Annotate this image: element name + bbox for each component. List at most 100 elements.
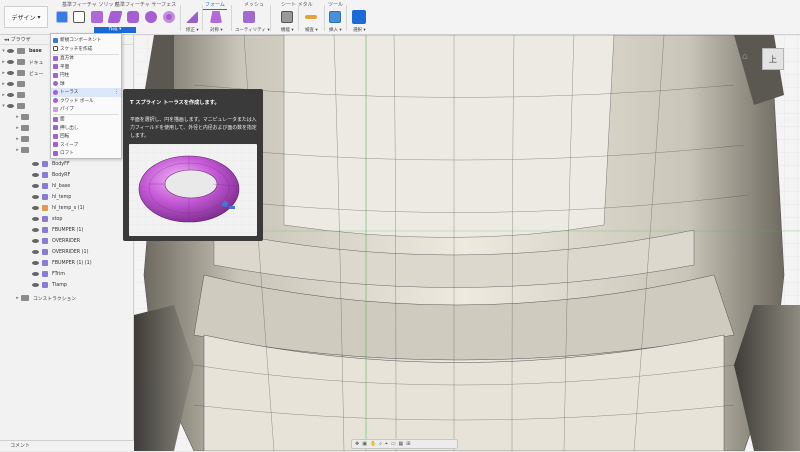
comments-panel[interactable]: コメント (0, 440, 134, 451)
tab-sheetmetal[interactable]: シート メタル (281, 1, 313, 8)
browser-row[interactable]: hl_base (0, 181, 134, 191)
zoom-icon[interactable]: ⌕ (379, 441, 382, 447)
eye-icon[interactable] (32, 217, 39, 221)
browser-row[interactable]: FBUMPER (1) (1) (0, 258, 134, 268)
browser-row[interactable]: FBUMPER (1) (0, 225, 134, 235)
more-options-icon[interactable]: ⋮ (114, 89, 119, 95)
loft-icon (53, 150, 58, 156)
eye-icon[interactable] (32, 283, 39, 287)
browser-row[interactable]: hl_temp_s (1) (0, 203, 134, 213)
folder-icon (17, 70, 25, 76)
body-icon (42, 260, 48, 266)
browser-row[interactable]: hl_temp (0, 192, 134, 202)
eye-icon[interactable] (32, 250, 39, 254)
box-icon[interactable] (91, 11, 103, 23)
box-icon (53, 55, 58, 61)
menu-item-create-sketch[interactable]: スケッチを作成 (51, 45, 121, 54)
tab-surface[interactable]: 基準フィーチャ サーフェス (115, 1, 176, 8)
eye-icon[interactable] (32, 239, 39, 243)
menu-item-face[interactable]: 面 (51, 115, 121, 124)
body-icon (42, 227, 48, 233)
fit-icon[interactable]: ⌖ (385, 441, 388, 447)
utility-icon[interactable] (243, 11, 255, 23)
new-component-icon[interactable] (56, 11, 68, 23)
grid-settings-icon[interactable]: ▦ (399, 441, 404, 447)
body-icon (42, 205, 48, 211)
tab-form[interactable]: フォーム (203, 1, 227, 10)
menu-item-quadball[interactable]: クワッド ボール (51, 97, 121, 106)
eye-icon[interactable] (32, 195, 39, 199)
tooltip-body: 平面を選択し、円を描画します。マニピュレータまたは入力フィールドを使用して、外径… (130, 117, 257, 139)
create-sketch-icon[interactable] (73, 11, 85, 23)
eye-icon[interactable] (7, 60, 14, 64)
orbit-icon[interactable]: ✥ (355, 441, 359, 447)
tab-tools[interactable]: ツール (328, 1, 343, 8)
eye-icon[interactable] (32, 261, 39, 265)
measure-icon[interactable] (305, 15, 317, 19)
insert-image-icon[interactable] (329, 11, 341, 23)
menu-item-revolve[interactable]: 回転 (51, 132, 121, 141)
folder-icon (21, 114, 29, 120)
menu-item-pipe[interactable]: パイプ (51, 105, 121, 114)
look-at-icon[interactable]: ▣ (362, 441, 367, 447)
tab-solid[interactable]: 基準フィーチャ ソリッド (62, 1, 118, 8)
workspace-switcher[interactable]: デザイン ▾ (4, 6, 48, 28)
eye-icon[interactable] (7, 49, 14, 53)
browser-row[interactable]: Tlamp (0, 280, 134, 290)
tooltip-title: T スプライン トーラスを作成します。 (130, 100, 220, 106)
assemble-icon[interactable] (281, 11, 293, 23)
eye-icon[interactable] (7, 71, 14, 75)
eye-icon[interactable] (32, 162, 39, 166)
menu-item-torus[interactable]: トーラス ⋮ (51, 88, 121, 97)
eye-icon[interactable] (32, 272, 39, 276)
inspect-menu-button[interactable]: 検査 ▾ (305, 27, 318, 33)
sphere-icon[interactable] (145, 11, 157, 23)
viewcube[interactable]: 上 (762, 48, 784, 70)
menu-item-sweep[interactable]: スイープ (51, 141, 121, 150)
eye-icon[interactable] (7, 93, 14, 97)
pan-icon[interactable]: ✋ (370, 441, 376, 447)
eye-icon[interactable] (7, 82, 14, 86)
plane-icon[interactable] (107, 11, 123, 23)
browser-row[interactable]: BodyFF (0, 159, 134, 169)
browser-row[interactable]: BodyRF (0, 170, 134, 180)
menu-item-extrude[interactable]: 押し出し (51, 124, 121, 133)
home-view-icon[interactable]: ⌂ (742, 52, 748, 62)
viewports-icon[interactable]: ⊞ (406, 441, 410, 447)
menu-item-box[interactable]: 直方体 (51, 54, 121, 63)
select-cursor-icon[interactable] (352, 10, 366, 24)
menu-item-loft[interactable]: ロフト (51, 149, 121, 158)
utility-menu-button[interactable]: ユーティリティ ▾ (235, 27, 270, 33)
eye-icon[interactable] (32, 173, 39, 177)
modify-menu-button[interactable]: 修正 ▾ (186, 27, 199, 33)
sweep-icon (53, 142, 58, 148)
browser-row[interactable]: OVERRIDER (1) (0, 247, 134, 257)
torus-icon (53, 89, 58, 95)
create-dropdown-menu: 新規コンポーネント スケッチを作成 直方体 平面 円柱 球 トーラス ⋮ クワッド… (50, 33, 122, 159)
select-menu-button[interactable]: 選択 ▾ (353, 27, 366, 33)
insert-menu-button[interactable]: 挿入 ▾ (329, 27, 342, 33)
browser-row[interactable]: stop (0, 214, 134, 224)
eye-icon[interactable] (32, 184, 39, 188)
menu-item-cylinder[interactable]: 円柱 (51, 71, 121, 80)
cylinder-icon[interactable] (127, 11, 139, 23)
sketch-icon (53, 46, 58, 52)
eye-icon[interactable] (7, 104, 14, 108)
menu-item-plane[interactable]: 平面 (51, 63, 121, 72)
eye-icon[interactable] (32, 228, 39, 232)
torus-icon[interactable] (163, 11, 175, 23)
browser-row[interactable]: ▸ コンストラクション (0, 293, 134, 303)
browser-row[interactable]: OVERRIDER (0, 236, 134, 246)
edit-form-icon[interactable] (186, 11, 198, 23)
assemble-menu-button[interactable]: 機能 ▾ (281, 27, 294, 33)
eye-icon[interactable] (32, 206, 39, 210)
menu-item-sphere[interactable]: 球 (51, 80, 121, 89)
display-settings-icon[interactable]: ▭ (391, 441, 396, 447)
tab-mesh[interactable]: メッシュ (244, 1, 264, 8)
browser-row[interactable]: FTrim (0, 269, 134, 279)
collapse-icon[interactable]: ◂◂ (4, 37, 9, 43)
body-icon (42, 194, 48, 200)
menu-item-new-component[interactable]: 新規コンポーネント (51, 36, 121, 45)
symmetry-menu-button[interactable]: 対称 ▾ (210, 27, 223, 33)
symmetry-icon[interactable] (210, 11, 222, 23)
